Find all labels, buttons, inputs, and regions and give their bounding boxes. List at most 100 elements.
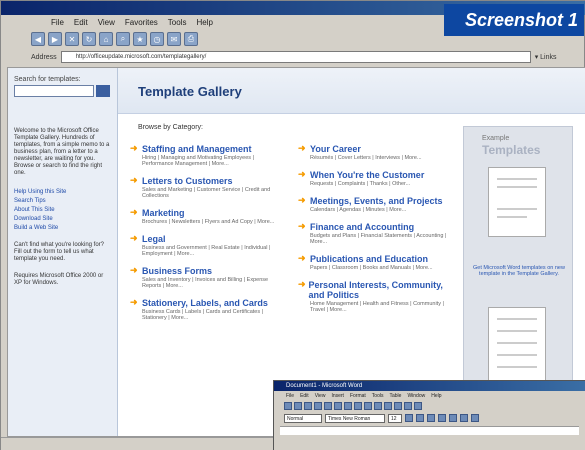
size-select[interactable]: 12: [388, 413, 402, 423]
align-right-icon[interactable]: [460, 414, 468, 422]
category-item[interactable]: ➜ Marketing Brochures | Newsletters | Flye…: [130, 207, 280, 226]
search-go-button[interactable]: [96, 85, 110, 97]
arrow-icon: ➜: [298, 279, 306, 289]
word-menu-view[interactable]: View: [315, 393, 326, 399]
align-center-icon[interactable]: [449, 414, 457, 422]
word-window: Document1 - Microsoft Word File Edit Vie…: [273, 380, 585, 450]
word-menu-format[interactable]: Format: [350, 393, 366, 399]
link-about[interactable]: About This Site: [14, 207, 111, 214]
category-item[interactable]: ➜ Personal Interests, Community, and Poli…: [298, 279, 448, 314]
print-icon[interactable]: [314, 402, 322, 410]
category-sub: Business Cards | Labels | Cards and Cert…: [142, 309, 264, 321]
category-title[interactable]: Staffing and Management: [142, 144, 252, 154]
thumbnail-caption[interactable]: Get Microsoft Word templates on new temp…: [472, 265, 566, 277]
category-item[interactable]: ➜ Business Forms Sales and Inventory | Inv…: [130, 266, 280, 290]
favorites-icon[interactable]: ★: [133, 32, 147, 46]
print-icon[interactable]: ⎙: [184, 32, 198, 46]
bold-icon[interactable]: [405, 414, 413, 422]
category-title[interactable]: Publications and Education: [310, 254, 428, 264]
go-button[interactable]: ▾ Links: [535, 53, 557, 61]
menu-favorites[interactable]: Favorites: [125, 18, 158, 27]
copy-icon[interactable]: [354, 402, 362, 410]
template-thumbnail[interactable]: [488, 307, 546, 385]
category-title[interactable]: Personal Interests, Community, and Polit…: [309, 280, 448, 300]
spelling-icon[interactable]: [334, 402, 342, 410]
category-title[interactable]: Stationery, Labels, and Cards: [142, 298, 268, 308]
font-select[interactable]: Times New Roman: [325, 413, 385, 423]
category-sub: Résumés | Cover Letters | Interviews | M…: [310, 155, 422, 161]
word-menu-help[interactable]: Help: [431, 393, 441, 399]
style-select[interactable]: Normal: [284, 413, 322, 423]
arrow-icon: ➜: [130, 207, 138, 217]
left-links: Help Using this Site Search Tips About T…: [14, 189, 111, 232]
underline-icon[interactable]: [427, 414, 435, 422]
menu-view[interactable]: View: [98, 18, 115, 27]
word-menu-insert[interactable]: Insert: [331, 393, 344, 399]
word-menu-edit[interactable]: Edit: [300, 393, 309, 399]
paste-icon[interactable]: [364, 402, 372, 410]
find-text: Can't find what you're looking for? Fill…: [14, 242, 105, 262]
category-title[interactable]: Business Forms: [142, 266, 212, 276]
mail-icon[interactable]: ✉: [167, 32, 181, 46]
category-title[interactable]: Meetings, Events, and Projects: [310, 196, 443, 206]
history-icon[interactable]: ◷: [150, 32, 164, 46]
category-title[interactable]: Marketing: [142, 208, 185, 218]
search-input[interactable]: [14, 85, 94, 97]
back-icon[interactable]: ◀: [31, 32, 45, 46]
align-left-icon[interactable]: [438, 414, 446, 422]
open-icon[interactable]: [294, 402, 302, 410]
bullets-icon[interactable]: [471, 414, 479, 422]
category-item[interactable]: ➜ Staffing and Management Hiring | Managin…: [130, 144, 280, 168]
category-title[interactable]: Your Career: [310, 144, 361, 154]
stop-icon[interactable]: ✕: [65, 32, 79, 46]
category-item[interactable]: ➜ Meetings, Events, and Projects Calendars…: [298, 196, 448, 214]
redo-icon[interactable]: [384, 402, 392, 410]
undo-icon[interactable]: [374, 402, 382, 410]
category-item[interactable]: ➜ Stationery, Labels, and Cards Business C…: [130, 297, 280, 322]
word-menu-window[interactable]: Window: [407, 393, 425, 399]
arrow-icon: ➜: [130, 175, 138, 185]
columns-icon[interactable]: [404, 402, 412, 410]
save-icon[interactable]: [304, 402, 312, 410]
left-pane: Search for templates: Welcome to the Mic…: [8, 68, 118, 436]
search-icon[interactable]: ⌕: [116, 32, 130, 46]
word-menu-table[interactable]: Table: [389, 393, 401, 399]
category-item[interactable]: ➜ Legal Business and Government | Real Est…: [130, 234, 280, 258]
category-item[interactable]: ➜ When You're the Customer Requests | Comp…: [298, 170, 448, 188]
ruler: [280, 426, 579, 435]
link-build[interactable]: Build a Web Site: [14, 225, 111, 232]
menu-help[interactable]: Help: [196, 18, 212, 27]
preview-icon[interactable]: [324, 402, 332, 410]
arrow-icon: ➜: [298, 253, 306, 263]
menu-edit[interactable]: Edit: [74, 18, 88, 27]
template-thumbnail[interactable]: [488, 167, 546, 237]
link-search-tips[interactable]: Search Tips: [14, 198, 111, 205]
category-sub: Hiring | Managing and Motivating Employe…: [142, 155, 254, 167]
home-icon[interactable]: ⌂: [99, 32, 113, 46]
link-help[interactable]: Help Using this Site: [14, 189, 111, 196]
category-title[interactable]: Finance and Accounting: [310, 222, 414, 232]
refresh-icon[interactable]: ↻: [82, 32, 96, 46]
zoom-icon[interactable]: [414, 402, 422, 410]
italic-icon[interactable]: [416, 414, 424, 422]
new-doc-icon[interactable]: [284, 402, 292, 410]
category-item[interactable]: ➜ Publications and Education Papers | Clas…: [298, 253, 448, 272]
word-menu-tools[interactable]: Tools: [372, 393, 384, 399]
cut-icon[interactable]: [344, 402, 352, 410]
arrow-icon: ➜: [298, 221, 306, 231]
category-item[interactable]: ➜ Your Career Résumés | Cover Letters | In…: [298, 144, 448, 162]
table-icon[interactable]: [394, 402, 402, 410]
address-bar: Address http://officeupdate.microsoft.co…: [1, 49, 585, 65]
address-input[interactable]: http://officeupdate.microsoft.com/templa…: [60, 51, 531, 63]
menu-file[interactable]: File: [51, 18, 64, 27]
arrow-icon: ➜: [130, 297, 138, 307]
category-title[interactable]: Legal: [142, 234, 166, 244]
link-download[interactable]: Download Site: [14, 216, 111, 223]
forward-icon[interactable]: ▶: [48, 32, 62, 46]
category-title[interactable]: When You're the Customer: [310, 170, 424, 180]
category-item[interactable]: ➜ Finance and Accounting Budgets and Plans…: [298, 221, 448, 246]
menu-tools[interactable]: Tools: [168, 18, 187, 27]
category-title[interactable]: Letters to Customers: [142, 176, 233, 186]
word-menu-file[interactable]: File: [286, 393, 294, 399]
category-item[interactable]: ➜ Letters to Customers Sales and Marketing…: [130, 175, 280, 200]
